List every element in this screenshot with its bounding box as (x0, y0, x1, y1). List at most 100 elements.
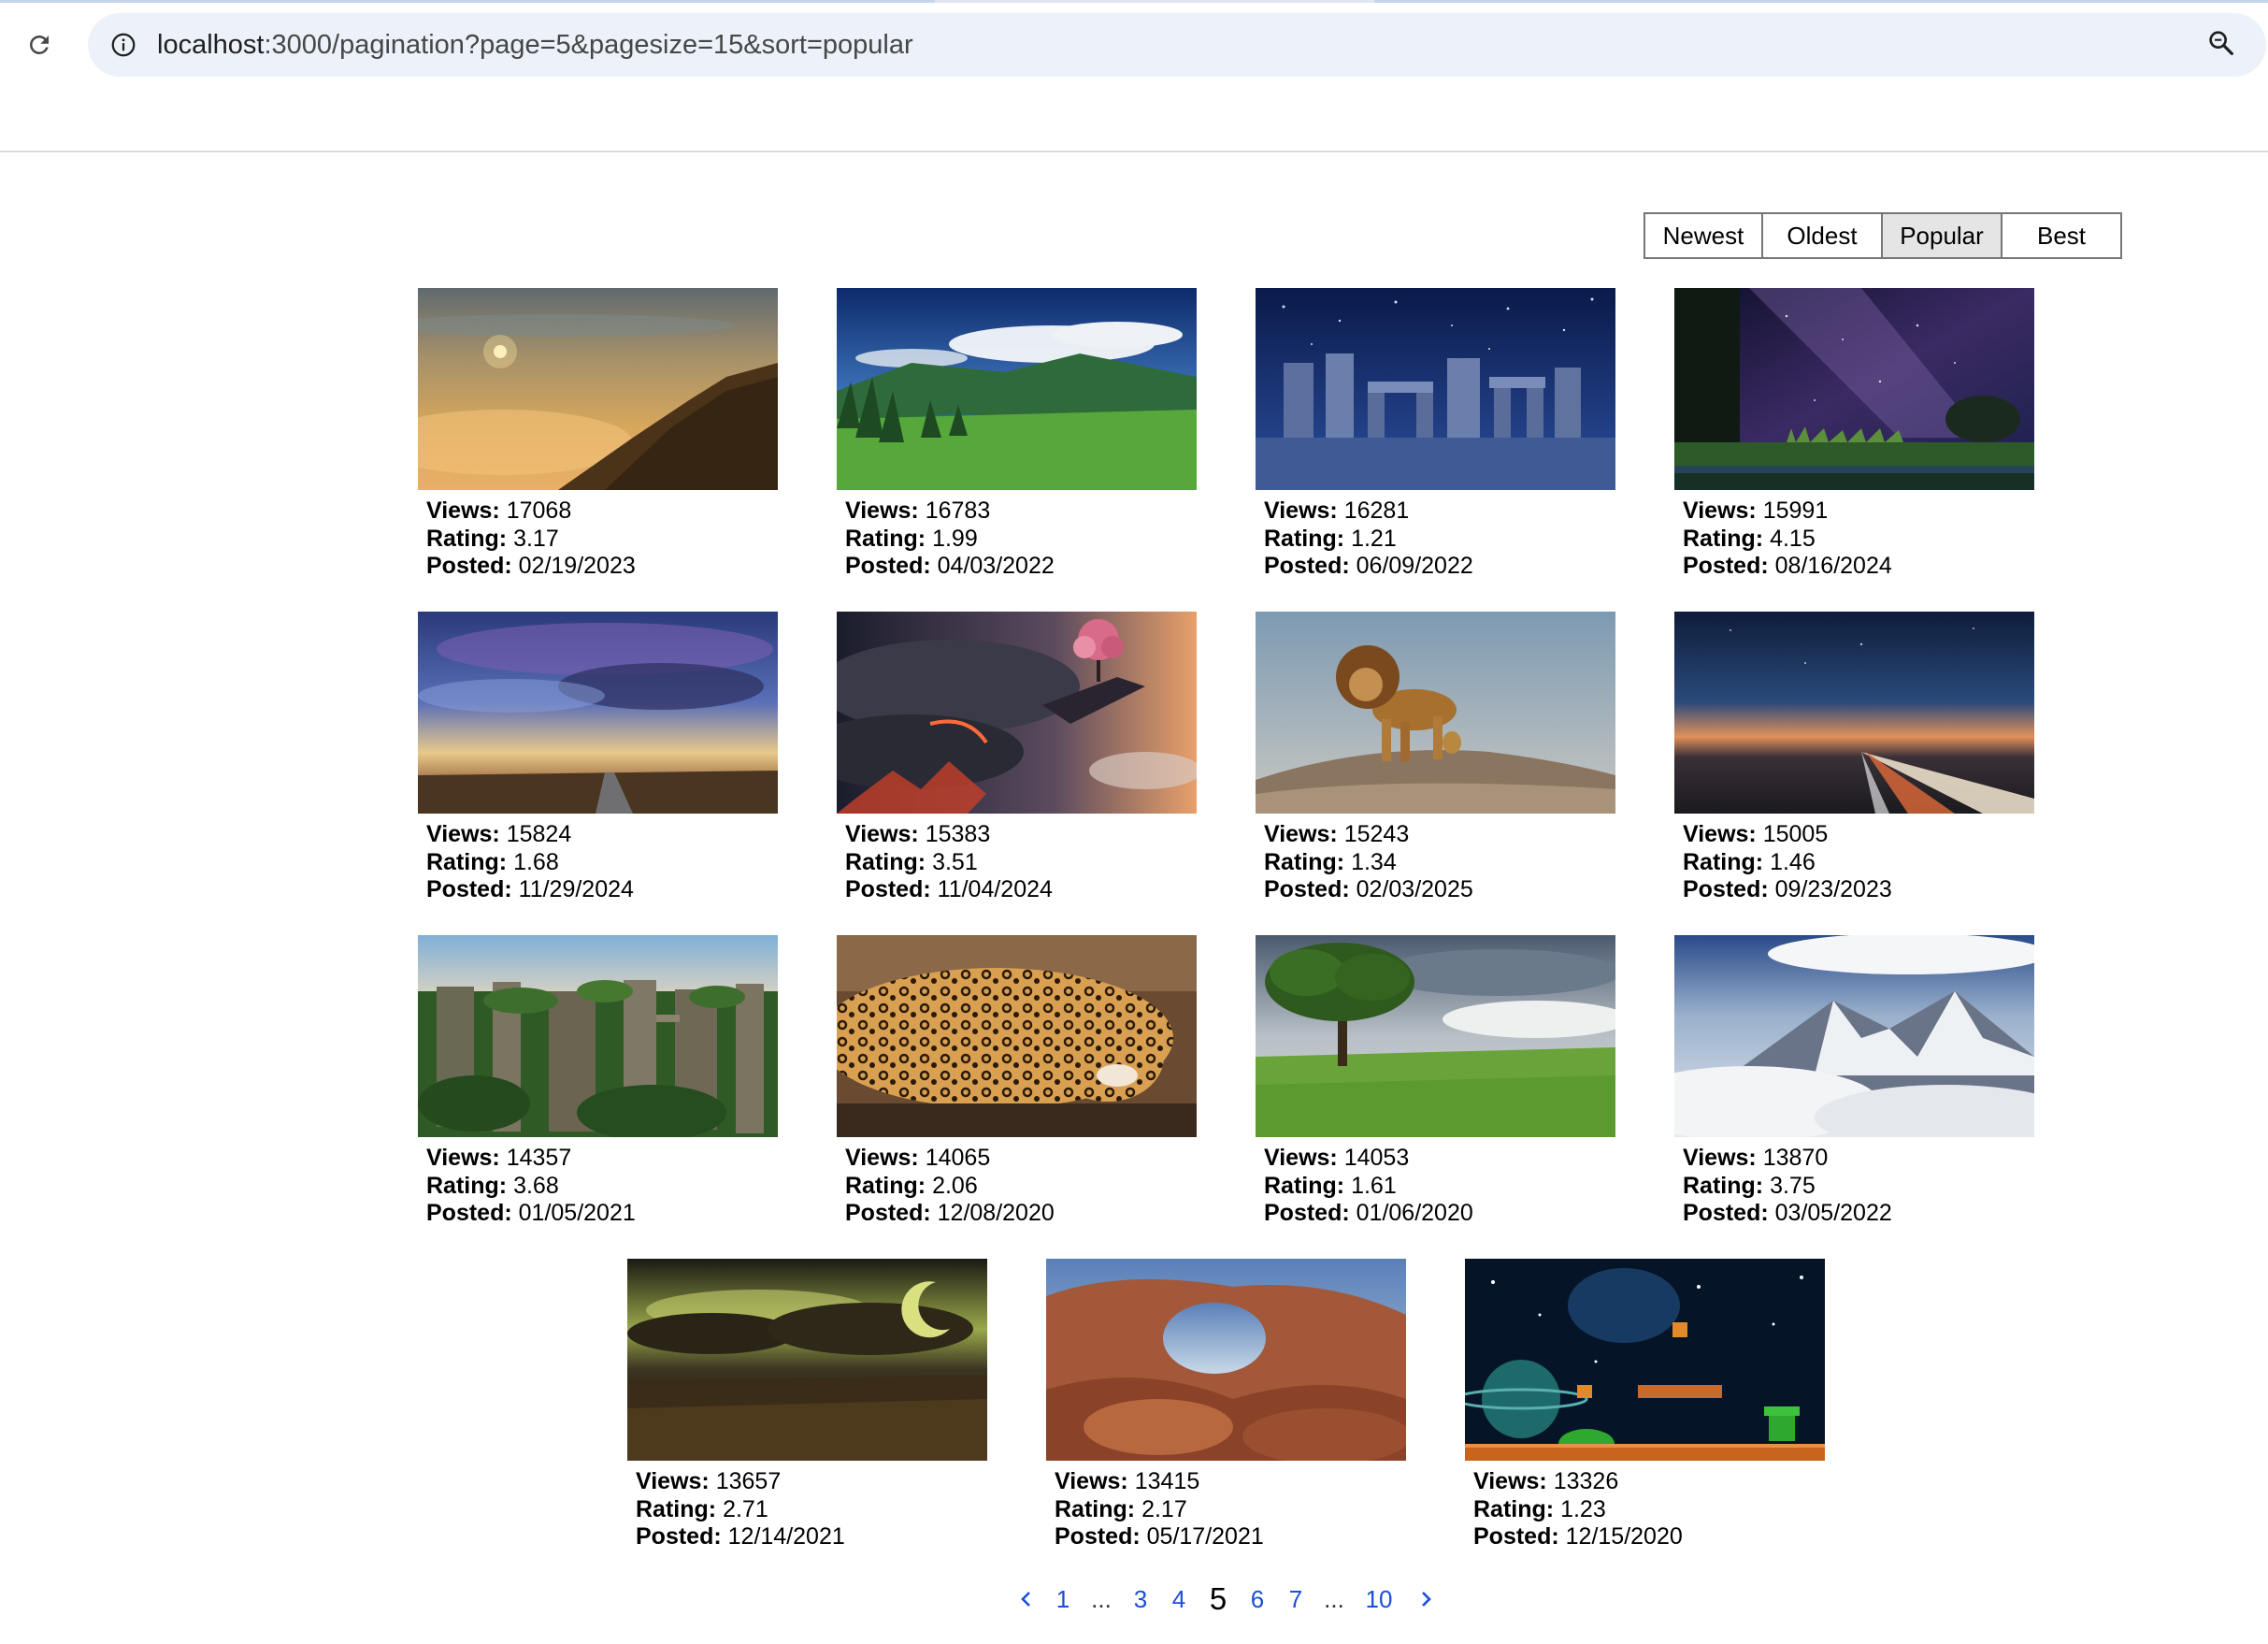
rating-line: Rating: 1.34 (1264, 849, 1615, 877)
posted-label: Posted: (1264, 1200, 1350, 1226)
gallery-image[interactable] (837, 935, 1197, 1137)
views-line: Views: 16281 (1264, 498, 1615, 526)
page-link-7[interactable]: 7 (1284, 1580, 1308, 1618)
posted-value: 01/05/2021 (518, 1200, 636, 1226)
views-value: 14053 (1343, 1145, 1410, 1171)
gallery-image[interactable] (418, 288, 778, 490)
views-label: Views: (845, 498, 919, 524)
views-line: Views: 13326 (1473, 1468, 1825, 1496)
posted-line: Posted: 08/16/2024 (1683, 553, 2034, 581)
gallery-image[interactable] (1256, 612, 1615, 814)
posted-label: Posted: (1473, 1523, 1559, 1550)
gallery-image[interactable] (837, 612, 1197, 814)
gallery-card: Views: 15383 Rating: 3.51 Posted: 11/04/… (837, 612, 1197, 904)
rating-label: Rating: (426, 1172, 508, 1199)
posted-label: Posted: (636, 1523, 722, 1550)
gallery-image[interactable] (1674, 935, 2034, 1137)
posted-value: 04/03/2022 (937, 553, 1055, 579)
rating-line: Rating: 1.46 (1683, 849, 2034, 877)
rating-line: Rating: 4.15 (1683, 526, 2034, 554)
posted-line: Posted: 01/05/2021 (426, 1200, 778, 1228)
page-ellipsis: ... (1091, 1585, 1112, 1613)
gallery-image[interactable] (1256, 288, 1615, 490)
site-info-button[interactable] (105, 26, 142, 64)
gallery-image[interactable] (418, 612, 778, 814)
views-label: Views: (845, 1145, 919, 1171)
info-icon (111, 33, 136, 57)
views-line: Views: 13870 (1683, 1145, 2034, 1173)
views-line: Views: 15824 (426, 821, 778, 849)
gallery-card: Views: 13415 Rating: 2.17 Posted: 05/17/… (1046, 1259, 1406, 1551)
posted-label: Posted: (1683, 1200, 1769, 1226)
views-value: 15991 (1762, 498, 1829, 524)
gallery-card: Views: 14065 Rating: 2.06 Posted: 12/08/… (837, 935, 1197, 1228)
gallery-image[interactable] (1465, 1259, 1825, 1461)
rating-label: Rating: (636, 1495, 717, 1522)
posted-label: Posted: (1055, 1523, 1141, 1550)
next-page-button[interactable] (1414, 1580, 1438, 1618)
views-label: Views: (636, 1468, 710, 1494)
chevron-right-icon (1422, 1592, 1431, 1607)
address-bar[interactable]: localhost:3000/pagination?page=5&pagesiz… (88, 13, 2266, 77)
page-link-4[interactable]: 4 (1167, 1580, 1191, 1618)
gallery-image[interactable] (1674, 612, 2034, 814)
posted-value: 11/29/2024 (518, 876, 634, 902)
posted-value: 12/14/2021 (727, 1523, 845, 1550)
sort-newest-button[interactable]: Newest (1645, 214, 1763, 257)
rating-value: 1.34 (1351, 848, 1397, 875)
gallery-card: Views: 15005 Rating: 1.46 Posted: 09/23/… (1674, 612, 2034, 904)
views-line: Views: 13657 (636, 1468, 987, 1496)
gallery-card: Views: 15243 Rating: 1.34 Posted: 02/03/… (1256, 612, 1615, 904)
page-link-10[interactable]: 10 (1361, 1580, 1397, 1618)
views-line: Views: 14053 (1264, 1145, 1615, 1173)
posted-value: 08/16/2024 (1774, 553, 1892, 579)
posted-line: Posted: 03/05/2022 (1683, 1200, 2034, 1228)
rating-label: Rating: (1473, 1495, 1555, 1522)
views-label: Views: (426, 1145, 500, 1171)
views-value: 13657 (715, 1468, 782, 1494)
rating-line: Rating: 3.68 (426, 1173, 778, 1201)
page-link-1[interactable]: 1 (1051, 1580, 1075, 1618)
page-link-6[interactable]: 6 (1245, 1580, 1270, 1618)
gallery-image[interactable] (418, 935, 778, 1137)
posted-label: Posted: (1264, 553, 1350, 579)
gallery-card: Views: 14357 Rating: 3.68 Posted: 01/05/… (418, 935, 778, 1228)
rating-line: Rating: 1.61 (1264, 1173, 1615, 1201)
sort-oldest-button[interactable]: Oldest (1763, 214, 1883, 257)
rating-value: 1.68 (513, 848, 559, 875)
rating-value: 3.17 (513, 525, 559, 552)
gallery-image[interactable] (837, 288, 1197, 490)
rating-value: 4.15 (1770, 525, 1816, 552)
views-value: 15383 (925, 821, 991, 847)
gallery-image[interactable] (627, 1259, 987, 1461)
reload-button[interactable] (19, 24, 60, 65)
gallery-image[interactable] (1674, 288, 2034, 490)
posted-value: 02/03/2025 (1356, 876, 1473, 902)
rating-line: Rating: 2.06 (845, 1173, 1197, 1201)
rating-value: 2.17 (1141, 1495, 1187, 1522)
pagination: 1 ... 3 4 5 6 7 ... 10 (0, 1580, 2268, 1618)
posted-label: Posted: (426, 876, 512, 902)
posted-line: Posted: 02/03/2025 (1264, 876, 1615, 904)
zoom-button[interactable] (2201, 22, 2242, 64)
posted-value: 01/06/2020 (1356, 1200, 1473, 1226)
views-value: 14357 (506, 1145, 572, 1171)
browser-toolbar: localhost:3000/pagination?page=5&pagesiz… (0, 0, 2268, 152)
prev-page-button[interactable] (1014, 1580, 1039, 1618)
url-text[interactable]: localhost:3000/pagination?page=5&pagesiz… (157, 29, 913, 61)
views-label: Views: (426, 498, 500, 524)
rating-label: Rating: (426, 525, 508, 552)
gallery-image[interactable] (1256, 935, 1615, 1137)
sort-popular-button[interactable]: Popular (1883, 214, 2002, 257)
rating-label: Rating: (1683, 525, 1764, 552)
rating-value: 1.21 (1351, 525, 1397, 552)
views-label: Views: (1683, 1145, 1757, 1171)
sort-best-button[interactable]: Best (2002, 214, 2120, 257)
rating-line: Rating: 1.68 (426, 849, 778, 877)
views-line: Views: 15005 (1683, 821, 2034, 849)
page-link-3[interactable]: 3 (1128, 1580, 1153, 1618)
views-value: 15005 (1762, 821, 1829, 847)
gallery-card: Views: 14053 Rating: 1.61 Posted: 01/06/… (1256, 935, 1615, 1228)
page-ellipsis: ... (1324, 1585, 1344, 1613)
gallery-image[interactable] (1046, 1259, 1406, 1461)
